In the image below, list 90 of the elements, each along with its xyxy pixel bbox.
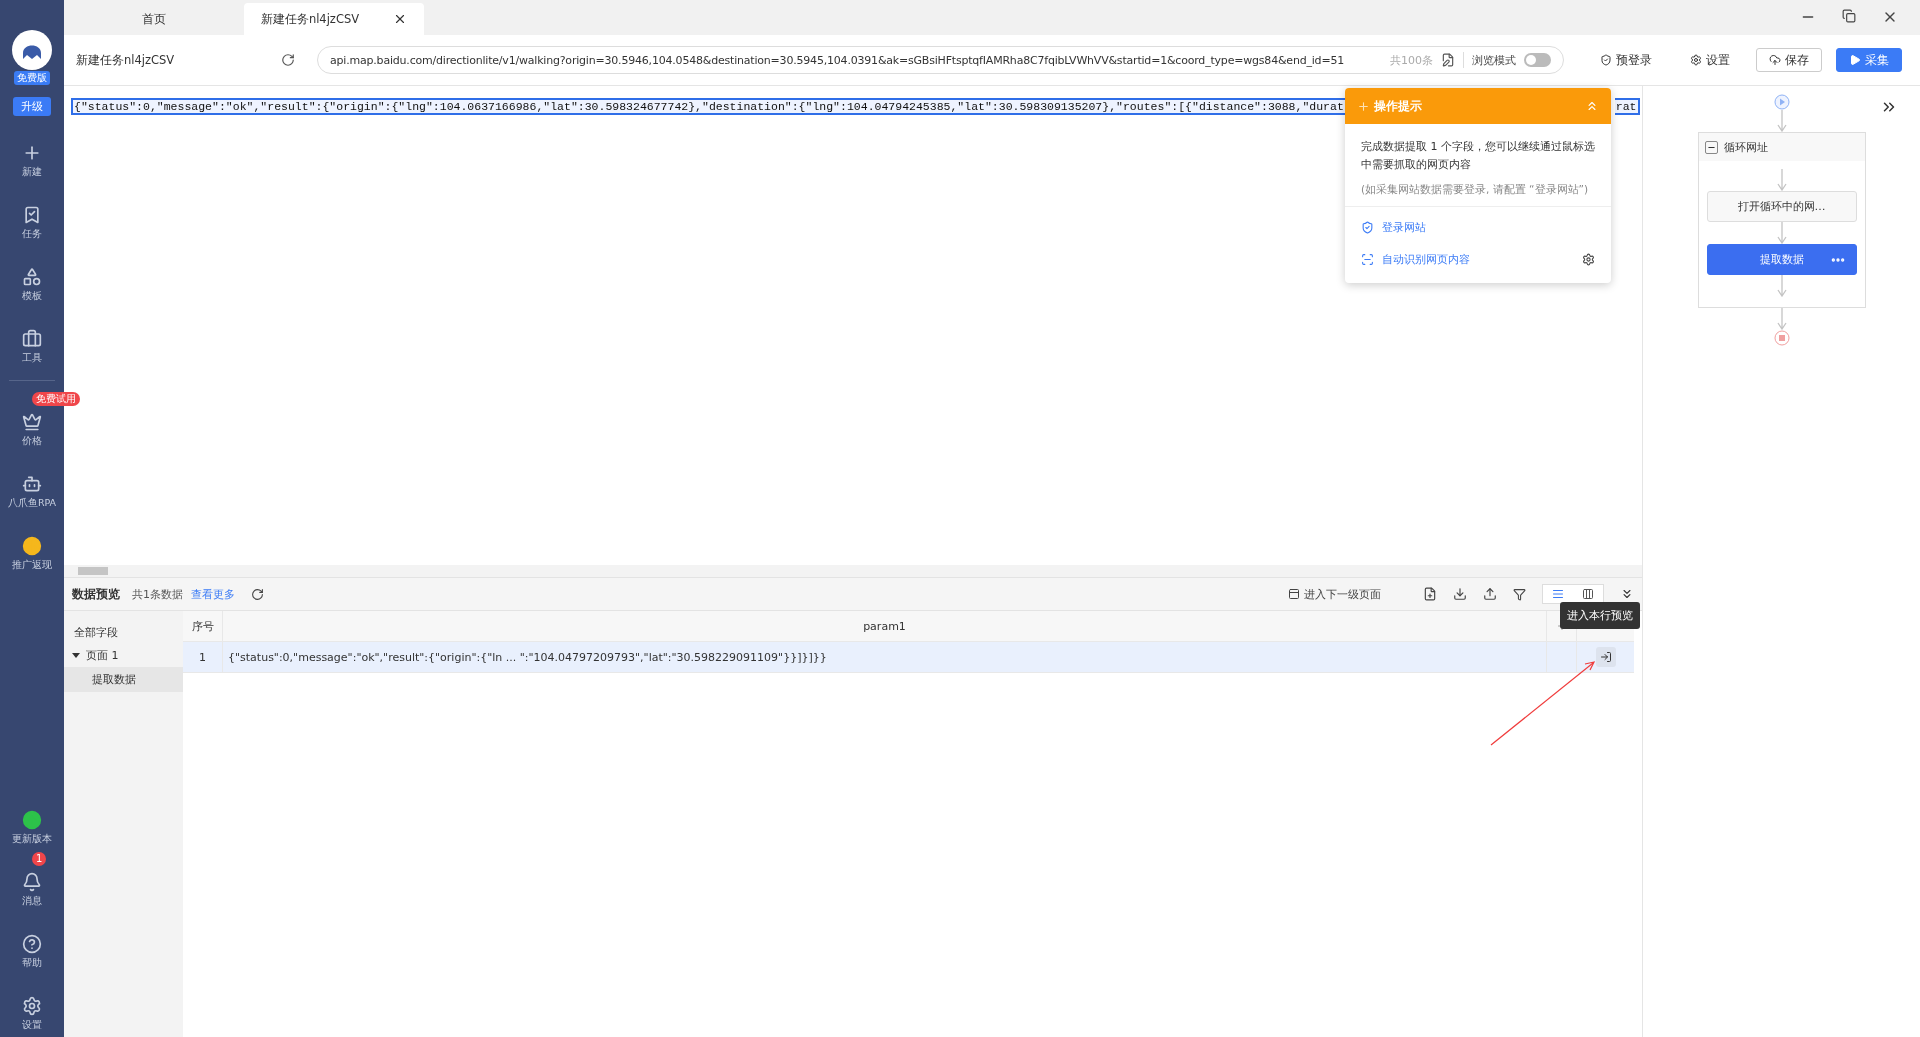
json-text: {"status":0,"message":"ok","result":{"origin":{"lng":104.0637166986,"lat":30.598324677742},"destination":{"lng":104.04794245385,"lat":30.598309135207},"routes":[{"distance":3088,"durat bbox=[71, 98, 1345, 115]
flow-arrow bbox=[1776, 110, 1787, 132]
caret-icon[interactable] bbox=[72, 653, 80, 658]
upload-icon[interactable] bbox=[1483, 587, 1497, 601]
row-count: 共100条 bbox=[1390, 52, 1433, 68]
browser-tab[interactable]: 首页 bbox=[64, 3, 244, 35]
workflow-step[interactable]: 打开循环中的网… bbox=[1706, 191, 1857, 222]
table-cell: {"status":0,"message":"ok","result":{"origin":{"ln ... ":"104.04797209793","lat":"30.598229091109"}}]}]}} bbox=[223, 642, 1547, 672]
shapes-icon bbox=[22, 267, 42, 287]
settings-icon[interactable] bbox=[1582, 252, 1595, 266]
stop-icon bbox=[1773, 330, 1790, 346]
popup-link[interactable]: 自动识别网页内容 bbox=[1361, 245, 1470, 273]
next-page-button[interactable]: 进入下一级页面 bbox=[1282, 585, 1387, 603]
sidebar-badge: 1 bbox=[32, 852, 47, 866]
shield-icon bbox=[1361, 220, 1374, 234]
toolbar-button[interactable]: 采集 bbox=[1836, 48, 1902, 72]
refresh-icon[interactable] bbox=[251, 587, 264, 601]
toolbar-button[interactable]: 保存 bbox=[1756, 48, 1822, 72]
browse-mode-toggle[interactable] bbox=[1524, 53, 1551, 67]
shield-icon bbox=[1600, 54, 1612, 66]
sidebar-item[interactable]: 设置 bbox=[0, 991, 64, 1037]
robot-icon bbox=[22, 474, 42, 494]
filter-icon[interactable] bbox=[1513, 587, 1526, 601]
sidebar-item[interactable]: 价格 bbox=[0, 407, 64, 453]
columns-icon bbox=[1582, 588, 1594, 600]
sidebar-item[interactable]: 模板 bbox=[0, 262, 64, 308]
view-mode-switch[interactable] bbox=[1542, 584, 1604, 604]
file-plus-icon[interactable] bbox=[1423, 587, 1437, 601]
bookmark-icon bbox=[22, 205, 42, 225]
popup-note: (如采集网站数据需要登录, 请配置 “登录网站”) bbox=[1361, 182, 1590, 197]
popup-title: 操作提示 bbox=[1374, 97, 1423, 115]
toolbar-button[interactable]: 预登录 bbox=[1588, 48, 1664, 72]
list-icon bbox=[1552, 588, 1564, 600]
popup-message: 完成数据提取 1 个字段，您可以继续通过鼠标选中需要抓取的网页内容 bbox=[1361, 139, 1595, 173]
help-icon bbox=[22, 934, 42, 954]
edition-badge: 免费版 bbox=[14, 71, 50, 85]
row-preview-button[interactable] bbox=[1595, 647, 1616, 667]
sidebar-item[interactable]: 任务 bbox=[0, 200, 64, 246]
flow-arrow bbox=[1776, 222, 1787, 244]
view-more-link[interactable]: 查看更多 bbox=[191, 586, 235, 602]
scan-icon bbox=[1361, 252, 1374, 266]
flow-arrow bbox=[1776, 169, 1787, 191]
settings-icon bbox=[22, 996, 42, 1016]
preview-title: 数据预览 bbox=[72, 585, 120, 603]
start-icon bbox=[1773, 94, 1790, 110]
expand-icon[interactable] bbox=[1620, 587, 1634, 601]
workflow-step[interactable]: 提取数据 bbox=[1706, 244, 1857, 275]
sidebar-badge: 免费试用 bbox=[32, 392, 80, 406]
browse-mode-label: 浏览模式 bbox=[1472, 52, 1516, 68]
download-icon[interactable] bbox=[1453, 587, 1467, 601]
tree-item[interactable]: 提取数据 bbox=[64, 667, 183, 692]
sidebar-item[interactable]: 消息 bbox=[0, 867, 64, 913]
table-cell: 1 bbox=[183, 642, 223, 672]
task-title: 新建任务nl4jzCSV bbox=[76, 52, 176, 68]
bell-icon bbox=[22, 872, 42, 892]
flow-arrow bbox=[1776, 275, 1787, 297]
enter-icon bbox=[1599, 651, 1612, 663]
refresh-icon[interactable] bbox=[281, 53, 295, 67]
sidebar-item[interactable]: 帮助 bbox=[0, 929, 64, 975]
tree-item[interactable]: 页面 1 bbox=[64, 644, 183, 667]
document-edit-icon[interactable] bbox=[1441, 53, 1455, 67]
crown-icon bbox=[22, 412, 42, 432]
horizontal-scrollbar[interactable] bbox=[64, 565, 1642, 577]
tree-item[interactable]: 全部字段 bbox=[64, 621, 183, 644]
json-text: rat bbox=[1614, 98, 1640, 115]
column-header: param1 bbox=[223, 611, 1547, 641]
popup-link[interactable]: 登录网站 bbox=[1361, 213, 1426, 241]
settings-icon bbox=[1690, 54, 1702, 66]
restore-icon[interactable] bbox=[1842, 9, 1856, 23]
column-header: 序号 bbox=[183, 611, 223, 641]
coin-icon bbox=[22, 536, 42, 556]
cloud-upload-icon bbox=[1769, 54, 1781, 66]
loop-title: 循环网址 bbox=[1723, 139, 1768, 155]
flow-arrow bbox=[1776, 308, 1787, 330]
tooltip: 进入本行预览 bbox=[1560, 602, 1640, 629]
browser-tab[interactable]: 新建任务nl4jzCSV bbox=[244, 3, 424, 35]
record-count: 共1条数据 bbox=[132, 586, 183, 602]
sidebar-item[interactable]: 推广返现 bbox=[0, 531, 64, 577]
sidebar-item[interactable]: 新建 bbox=[0, 138, 64, 184]
table-row[interactable]: 1 {"status":0,"message":"ok","result":{"origin":{"ln ... ":"104.04797209793","lat":"30.598229091109"}}]}]}} bbox=[183, 642, 1634, 673]
sidebar-item[interactable]: 八爪鱼RPA bbox=[0, 469, 64, 515]
briefcase-icon bbox=[22, 329, 42, 349]
play-icon bbox=[1849, 54, 1861, 66]
toolbar-button[interactable]: 设置 bbox=[1678, 48, 1742, 72]
page-icon bbox=[1288, 588, 1300, 600]
collapse-icon[interactable] bbox=[1704, 140, 1718, 154]
sidebar-item[interactable]: 工具 bbox=[0, 324, 64, 370]
logo[interactable] bbox=[12, 30, 52, 70]
sidebar-item[interactable]: 更新版本 bbox=[0, 805, 64, 851]
upgrade-button[interactable]: 升级 bbox=[13, 97, 51, 116]
